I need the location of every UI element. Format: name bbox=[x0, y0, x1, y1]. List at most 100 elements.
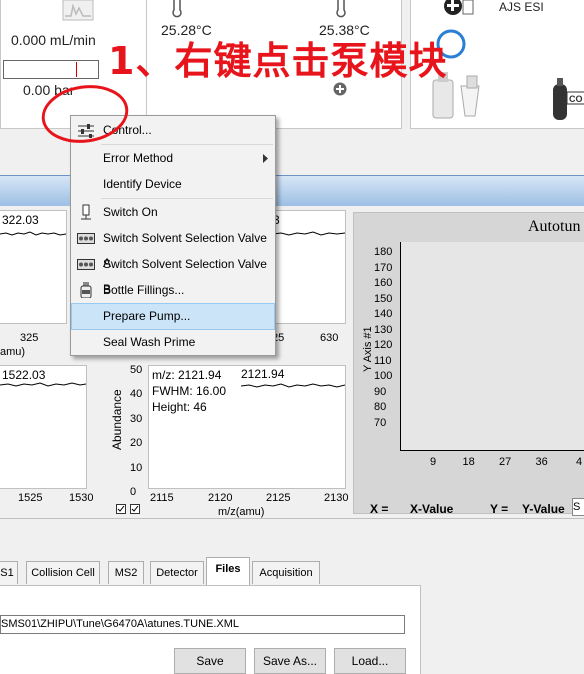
tab-collision-cell[interactable]: Collision Cell bbox=[26, 561, 100, 584]
autotune-plot-area[interactable] bbox=[400, 242, 584, 451]
x-tick: 1525 bbox=[18, 492, 43, 504]
peak-label: 2121.94 bbox=[241, 367, 285, 381]
pressure-bar-fill bbox=[4, 61, 78, 78]
menu-item-label: Switch On bbox=[103, 205, 158, 219]
x-axis-label: m/z(amu) bbox=[218, 506, 265, 518]
y-tick: 40 bbox=[130, 388, 143, 401]
tune-file-path-field[interactable]: SMS01\ZHIPU\Tune\G6470A\atunes.TUNE.XML bbox=[0, 615, 405, 634]
fwhm-readout: FWHM: 16.00 bbox=[152, 384, 227, 398]
y-tick: 110 bbox=[374, 354, 392, 367]
y-tick: 170 bbox=[374, 261, 393, 274]
spectrum-trace bbox=[0, 382, 86, 387]
thermometer-icon bbox=[172, 0, 182, 18]
x-axis-unit: amu) bbox=[0, 346, 26, 358]
annotation-circle bbox=[41, 85, 129, 143]
menu-separator bbox=[101, 198, 273, 199]
menu-item-error-method[interactable]: Error Method bbox=[71, 146, 275, 171]
y-value-readout: Y-Value bbox=[522, 502, 565, 516]
autotune-y-label: Y Axis #1 bbox=[362, 326, 374, 372]
menu-item-label: Prepare Pump... bbox=[103, 309, 191, 323]
menu-item-label: Identify Device bbox=[103, 177, 182, 191]
submenu-arrow-icon bbox=[263, 154, 268, 163]
menu-item-switch-valve-b[interactable]: Switch Solvent Selection Valve B bbox=[71, 252, 275, 296]
gas-cylinder-icon: CO bbox=[553, 78, 584, 120]
valve-icon bbox=[77, 233, 95, 244]
menu-item-switch-valve-a[interactable]: Switch Solvent Selection Valve A bbox=[71, 226, 275, 270]
y-tick: 160 bbox=[374, 277, 393, 289]
y-equals-label: Y = bbox=[490, 502, 509, 516]
y-tick: 150 bbox=[374, 292, 393, 305]
y-axis-label: Abundance bbox=[110, 389, 124, 450]
x-equals-label: X = bbox=[370, 502, 389, 516]
y-tick: 30 bbox=[130, 412, 143, 425]
power-switch-icon bbox=[81, 204, 91, 220]
pump-context-menu: Control... Error Method Identify Device … bbox=[70, 115, 276, 356]
x-tick: 4 bbox=[576, 456, 583, 468]
x-tick: 9 bbox=[430, 456, 437, 468]
separator bbox=[0, 518, 584, 556]
height-readout: Height: 46 bbox=[152, 400, 207, 414]
add-source-icon[interactable] bbox=[441, 0, 477, 18]
y-tick: 180 bbox=[374, 246, 393, 258]
tab-ms2[interactable]: MS2 bbox=[108, 561, 144, 584]
spectrum-plot-1[interactable]: 322.03 bbox=[0, 210, 67, 324]
menu-item-seal-wash-prime[interactable]: Seal Wash Prime bbox=[71, 330, 275, 355]
scale-box[interactable]: S bbox=[572, 498, 584, 516]
tab-files[interactable]: Files bbox=[206, 557, 250, 585]
y-tick: 120 bbox=[374, 339, 393, 351]
x-tick: 36 bbox=[535, 456, 548, 468]
thermometer-icon bbox=[336, 0, 346, 18]
y-tick: 100 bbox=[374, 370, 393, 382]
autotune-title: Autotun bbox=[528, 218, 581, 235]
spectrum-plot-3[interactable]: 1522.03 bbox=[0, 365, 87, 489]
x-tick: 2115 bbox=[150, 492, 174, 504]
checkbox-pair[interactable] bbox=[116, 504, 144, 514]
spectrum-trace bbox=[273, 231, 345, 236]
menu-item-label: Bottle Fillings... bbox=[103, 283, 185, 297]
menu-item-prepare-pump[interactable]: Prepare Pump... bbox=[71, 303, 275, 330]
y-tick: 70 bbox=[374, 416, 387, 429]
x-tick: 2120 bbox=[208, 492, 233, 504]
peak-label: 322.03 bbox=[2, 213, 39, 227]
x-tick: 27 bbox=[499, 456, 512, 468]
valve-icon bbox=[77, 259, 95, 270]
cylinder-badge: CO bbox=[569, 94, 583, 104]
x-tick: 630 bbox=[320, 332, 339, 344]
y-tick: 0 bbox=[130, 486, 137, 498]
pressure-bar bbox=[3, 60, 99, 79]
y-tick: 130 bbox=[374, 323, 393, 336]
mz-readout: m/z: 2121.94 bbox=[152, 368, 222, 382]
pressure-limit-mark bbox=[76, 62, 77, 77]
y-tick: 90 bbox=[374, 385, 387, 398]
save-button[interactable]: Save bbox=[174, 648, 246, 674]
y-tick: 140 bbox=[374, 308, 393, 320]
tab-strip: S1 Collision Cell MS2 Detector Files Acq… bbox=[0, 555, 584, 585]
y-tick: 50 bbox=[130, 364, 143, 376]
flow-rate-readout: 0.000 mL/min bbox=[11, 32, 96, 48]
spectrum-plot-4[interactable]: m/z: 2121.94 2121.94 FWHM: 16.00 Height:… bbox=[148, 365, 346, 489]
source-label: AJS ESI bbox=[499, 0, 544, 14]
y-tick: 20 bbox=[130, 437, 143, 450]
x-tick: 2130 bbox=[324, 492, 349, 504]
save-as-button[interactable]: Save As... bbox=[254, 648, 326, 674]
tab-detector[interactable]: Detector bbox=[150, 561, 204, 584]
menu-item-label: Error Method bbox=[103, 151, 174, 165]
x-tick: 1530 bbox=[69, 492, 94, 504]
menu-item-identify-device[interactable]: Identify Device bbox=[71, 172, 275, 197]
tab-acquisition[interactable]: Acquisition bbox=[252, 561, 320, 584]
y-tick: 10 bbox=[130, 461, 143, 474]
y-tick: 80 bbox=[374, 401, 387, 413]
menu-item-bottle-fillings[interactable]: Bottle Fillings... bbox=[71, 278, 275, 303]
menu-item-label: Seal Wash Prime bbox=[103, 335, 196, 349]
spectrum-trace bbox=[241, 383, 345, 388]
load-button[interactable]: Load... bbox=[334, 648, 406, 674]
x-tick: 325 bbox=[20, 332, 39, 344]
spectrum-trace bbox=[0, 231, 66, 236]
menu-item-switch-on[interactable]: Switch On bbox=[71, 200, 275, 225]
x-tick: 2125 bbox=[266, 492, 291, 504]
pump-chart-icon bbox=[62, 0, 94, 21]
tab-ms1[interactable]: S1 bbox=[0, 561, 18, 584]
x-value-readout: X-Value bbox=[410, 502, 454, 516]
bottle-icon bbox=[80, 282, 92, 298]
annotation-instruction: 1、右键点击泵模块 bbox=[108, 39, 448, 83]
